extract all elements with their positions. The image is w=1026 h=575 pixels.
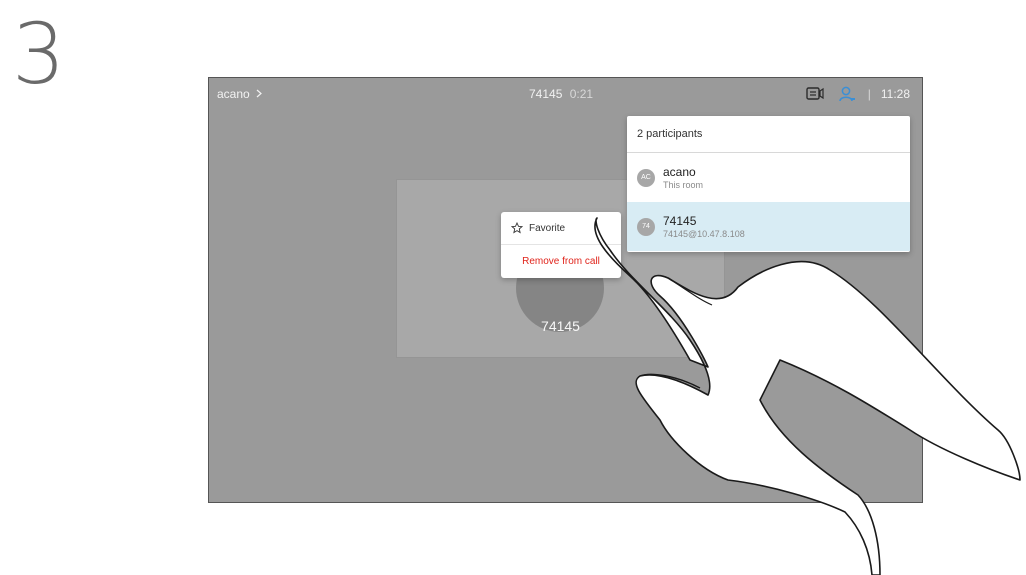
call-duration: 0:21 — [569, 87, 594, 101]
participants-panel: 2 participants AC acano This room 74 741… — [627, 116, 910, 252]
participant-row[interactable]: AC acano This room — [627, 153, 910, 202]
chevron-right-icon — [256, 87, 262, 101]
step-number: 3 — [12, 5, 66, 103]
participant-context-menu: Favorite Remove from call — [501, 212, 621, 278]
call-topbar: acano 74145 0:21 | 11:28 — [209, 78, 922, 110]
call-screen: acano 74145 0:21 | 11:28 74145 2 partici… — [208, 77, 923, 503]
call-name-button[interactable]: acano — [217, 87, 262, 101]
call-number: 74145 — [529, 87, 563, 101]
call-name: acano — [217, 87, 250, 101]
layout-icon[interactable] — [804, 85, 826, 103]
participant-name: 74145 — [663, 214, 697, 228]
favorite-menu-item[interactable]: Favorite — [501, 212, 621, 244]
participant-subtitle: 74145@10.47.8.108 — [663, 229, 745, 239]
remove-from-call-menu-item[interactable]: Remove from call — [501, 244, 621, 277]
topbar-controls: | 11:28 — [804, 85, 910, 103]
participant-name: acano — [663, 165, 696, 179]
remove-label: Remove from call — [522, 255, 600, 267]
topbar-divider: | — [867, 87, 871, 101]
favorite-label: Favorite — [529, 222, 566, 234]
participant-subtitle: This room — [663, 180, 704, 190]
participant-row-selected[interactable]: 74 74145 74145@10.47.8.108 — [627, 202, 910, 251]
panel-title: 2 participants — [627, 116, 910, 153]
call-info: 74145 0:21 — [529, 87, 593, 101]
clock: 11:28 — [880, 87, 910, 101]
avatar: AC — [637, 168, 655, 187]
participants-icon[interactable] — [836, 85, 858, 103]
tile-label: 74145 — [541, 318, 580, 334]
star-icon — [511, 222, 523, 234]
avatar: 74 — [637, 217, 655, 236]
